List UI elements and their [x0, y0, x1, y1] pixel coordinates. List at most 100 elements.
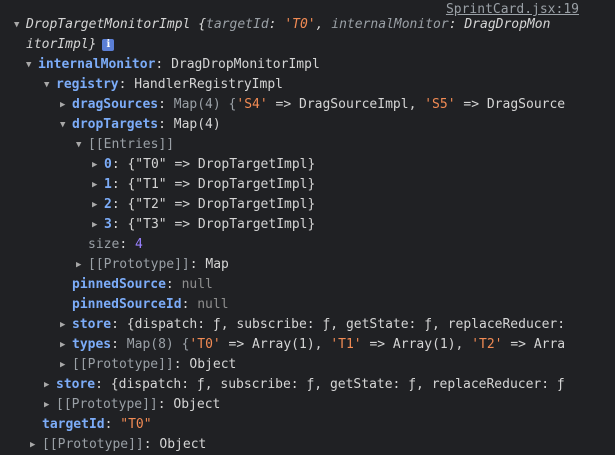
- colon: :: [111, 197, 128, 212]
- prop-value-null: null: [181, 277, 213, 292]
- prop-key: registry: [56, 77, 119, 92]
- prop-value: DragDropMonitorImpl: [171, 57, 320, 72]
- colon: :: [111, 317, 127, 332]
- root-open-brace: {: [198, 17, 207, 32]
- colon: :: [111, 157, 128, 172]
- entry-index: 2: [104, 197, 112, 212]
- tree-row-internal-monitor[interactable]: ▼ internalMonitor: DragDropMonitorImpl: [26, 55, 320, 75]
- map-arrow: => DragSource: [455, 97, 566, 112]
- tree-row-registry[interactable]: ▼ registry: HandlerRegistryImpl: [44, 75, 283, 95]
- prop-key: targetId: [42, 417, 105, 432]
- caret-right-icon[interactable]: ▶: [60, 315, 72, 335]
- prototype-value: Object: [159, 437, 207, 452]
- tree-row-registry-prototype[interactable]: ▶ [[Prototype]]: Object: [60, 355, 236, 375]
- caret-down-icon[interactable]: ▼: [26, 55, 38, 75]
- tree-row-entry-1[interactable]: ▶ 1: {"T1" => DropTargetImpl}: [92, 175, 315, 195]
- colon: :: [173, 357, 190, 372]
- prop-key-size: size: [88, 237, 120, 252]
- map-key: 'T0': [189, 337, 221, 352]
- prop-key: dragSources: [72, 97, 159, 112]
- map-key: 'S5': [424, 97, 456, 112]
- colon: :: [95, 377, 111, 392]
- caret-down-icon[interactable]: ▼: [60, 115, 72, 135]
- root-object-continuation: itorImpl}: [26, 37, 97, 52]
- tree-row-monitor-store[interactable]: ▶ store: {dispatch: ƒ, subscribe: ƒ, getS…: [44, 375, 565, 395]
- tree-row-entry-3[interactable]: ▶ 3: {"T3" => DropTargetImpl}: [92, 215, 315, 235]
- root-val-internal-monitor: DragDropMon: [464, 17, 551, 32]
- prop-key: types: [72, 337, 112, 352]
- map-arrow: => Array(1),: [361, 337, 472, 352]
- root-val-target-id: 'T0': [284, 17, 316, 32]
- map-key: 'S4': [236, 97, 268, 112]
- caret-right-icon[interactable]: ▶: [44, 375, 56, 395]
- tree-row-pinned-source-id: pinnedSourceId: null: [72, 295, 229, 315]
- root-object-row-cont: itorImpl} i: [26, 35, 115, 55]
- colon: :: [111, 337, 127, 352]
- colon: :: [157, 397, 174, 412]
- prop-key: store: [72, 317, 112, 332]
- colon: :: [189, 257, 206, 272]
- colon-sep: :: [268, 17, 285, 32]
- entry-index: 0: [104, 157, 112, 172]
- prop-value-null: null: [197, 297, 229, 312]
- tree-row-entries[interactable]: ▼ [[Entries]]: [76, 135, 174, 155]
- entry-value: {"T0" => DropTargetImpl}: [127, 157, 316, 172]
- prototype-label: [[Prototype]]: [72, 357, 174, 372]
- prototype-value: Object: [173, 397, 221, 412]
- caret-right-icon[interactable]: ▶: [30, 435, 42, 455]
- colon: :: [181, 297, 198, 312]
- caret-right-icon[interactable]: ▶: [60, 95, 72, 115]
- tree-row-entry-2[interactable]: ▶ 2: {"T2" => DropTargetImpl}: [92, 195, 315, 215]
- map-arrow: => DragSourceImpl,: [267, 97, 425, 112]
- prototype-value: Map: [205, 257, 229, 272]
- prototype-label: [[Prototype]]: [42, 437, 144, 452]
- colon: :: [111, 217, 128, 232]
- caret-down-icon[interactable]: ▼: [44, 75, 56, 95]
- tree-row-pinned-source: pinnedSource: null: [72, 275, 213, 295]
- caret-down-icon[interactable]: ▼: [14, 15, 26, 35]
- tree-row-entry-0[interactable]: ▶ 0: {"T0" => DropTargetImpl}: [92, 155, 315, 175]
- root-object-row[interactable]: ▼ DropTargetMonitorImpl {targetId: 'T0', …: [14, 15, 550, 35]
- tree-row-root-prototype[interactable]: ▶ [[Prototype]]: Object: [30, 435, 206, 455]
- caret-right-icon[interactable]: ▶: [44, 395, 56, 415]
- colon: :: [158, 97, 174, 112]
- caret-right-icon[interactable]: ▶: [92, 215, 104, 235]
- map-key: 'T2': [471, 337, 503, 352]
- comma-sep: ,: [315, 17, 332, 32]
- colon: :: [158, 117, 174, 132]
- tree-row-prototype-map[interactable]: ▶ [[Prototype]]: Map: [76, 255, 229, 275]
- prop-key: dropTargets: [72, 117, 159, 132]
- tree-row-registry-store[interactable]: ▶ store: {dispatch: ƒ, subscribe: ƒ, getS…: [60, 315, 565, 335]
- prop-key: pinnedSourceId: [72, 297, 182, 312]
- prop-value: {dispatch: ƒ, subscribe: ƒ, getState: ƒ,…: [110, 377, 565, 392]
- colon-sep-2: :: [448, 17, 465, 32]
- caret-right-icon[interactable]: ▶: [92, 175, 104, 195]
- tree-row-monitor-prototype[interactable]: ▶ [[Prototype]]: Object: [44, 395, 220, 415]
- colon: :: [155, 57, 172, 72]
- prop-value-size: 4: [134, 237, 143, 252]
- prop-value: {dispatch: ƒ, subscribe: ƒ, getState: ƒ,…: [126, 317, 566, 332]
- root-key-internal-monitor: internalMonitor: [331, 17, 449, 32]
- info-icon[interactable]: i: [102, 38, 115, 51]
- caret-right-icon[interactable]: ▶: [60, 355, 72, 375]
- caret-right-icon[interactable]: ▶: [60, 335, 72, 355]
- prototype-label: [[Prototype]]: [88, 257, 190, 272]
- prop-key: store: [56, 377, 96, 392]
- map-arrow: => Arra: [502, 337, 566, 352]
- prop-key: pinnedSource: [72, 277, 166, 292]
- caret-down-icon[interactable]: ▼: [76, 135, 88, 155]
- root-object-name: DropTargetMonitorImpl: [26, 17, 191, 32]
- prop-value: HandlerRegistryImpl: [134, 77, 283, 92]
- tree-row-drop-targets[interactable]: ▼ dropTargets: Map(4): [60, 115, 221, 135]
- caret-right-icon[interactable]: ▶: [92, 195, 104, 215]
- entry-value: {"T2" => DropTargetImpl}: [127, 197, 316, 212]
- tree-row-types[interactable]: ▶ types: Map(8) {'T0' => Array(1), 'T1' =…: [60, 335, 565, 355]
- map-key: 'T1': [330, 337, 362, 352]
- tree-row-drag-sources[interactable]: ▶ dragSources: Map(4) {'S4' => DragSource…: [60, 95, 565, 115]
- caret-right-icon[interactable]: ▶: [92, 155, 104, 175]
- prototype-value: Object: [189, 357, 237, 372]
- entries-label: [[Entries]]: [88, 137, 175, 152]
- root-key-target-id: targetId: [206, 17, 269, 32]
- caret-right-icon[interactable]: ▶: [76, 255, 88, 275]
- entry-index: 3: [104, 217, 112, 232]
